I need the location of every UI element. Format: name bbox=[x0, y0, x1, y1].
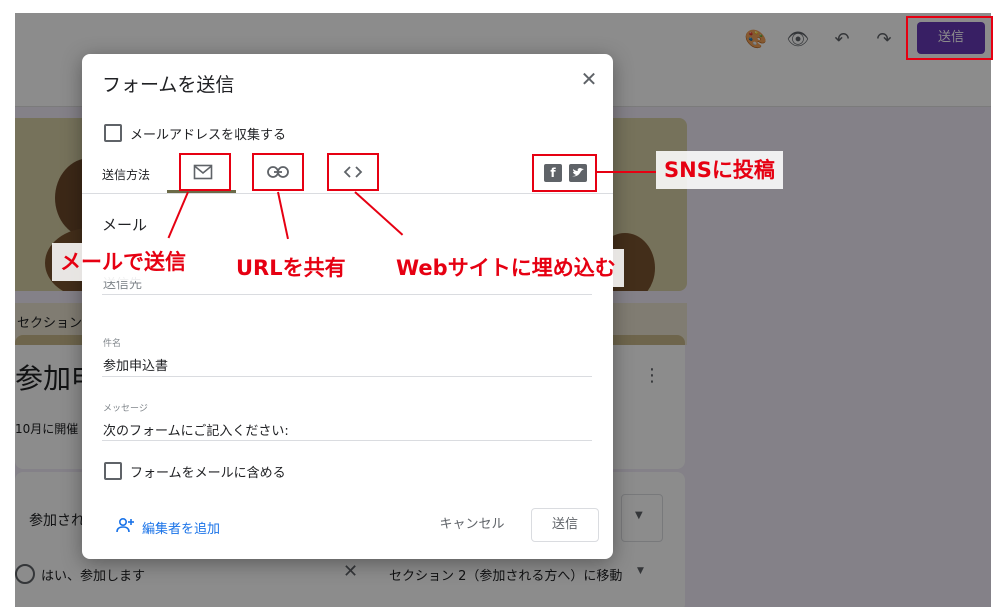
send-button-highlight bbox=[906, 16, 993, 60]
add-editor-link[interactable]: 編集者を追加 bbox=[142, 518, 220, 537]
send-form-dialog: フォームを送信 ✕ メールアドレスを収集する 送信方法 f メール 送信先 件名… bbox=[82, 54, 613, 559]
callout-mail-send: メールで送信 bbox=[52, 243, 194, 281]
mail-heading: メール bbox=[102, 216, 148, 234]
subject-field[interactable]: 参加申込書 bbox=[103, 355, 168, 374]
send-method-label: 送信方法 bbox=[102, 168, 151, 182]
message-field[interactable]: 次のフォームにご記入ください: bbox=[103, 420, 289, 439]
dialog-title: フォームを送信 bbox=[102, 74, 235, 96]
dialog-send-button[interactable]: 送信 bbox=[531, 508, 599, 542]
include-form-label: フォームをメールに含める bbox=[130, 466, 286, 481]
cancel-button[interactable]: キャンセル bbox=[432, 509, 512, 541]
subject-label: 件名 bbox=[103, 339, 122, 349]
mail-tab-highlight bbox=[179, 153, 231, 191]
include-form-checkbox[interactable] bbox=[104, 462, 122, 480]
connector-line bbox=[597, 171, 656, 173]
message-label: メッセージ bbox=[103, 404, 148, 414]
link-tab-highlight bbox=[252, 153, 304, 191]
message-field-underline bbox=[102, 440, 592, 441]
add-person-icon[interactable] bbox=[115, 516, 135, 536]
callout-web-embed: Webサイトに埋め込む bbox=[388, 249, 624, 287]
callout-sns-post: SNSに投稿 bbox=[656, 151, 783, 189]
collect-email-label: メールアドレスを収集する bbox=[130, 128, 287, 143]
divider bbox=[82, 193, 613, 194]
close-icon[interactable]: ✕ bbox=[576, 66, 602, 92]
to-field-underline bbox=[102, 294, 592, 295]
collect-email-checkbox[interactable] bbox=[104, 124, 122, 142]
sns-highlight bbox=[532, 154, 597, 192]
callout-url-share: URLを共有 bbox=[228, 249, 354, 287]
embed-tab-highlight bbox=[327, 153, 379, 191]
subject-field-underline bbox=[102, 376, 592, 377]
